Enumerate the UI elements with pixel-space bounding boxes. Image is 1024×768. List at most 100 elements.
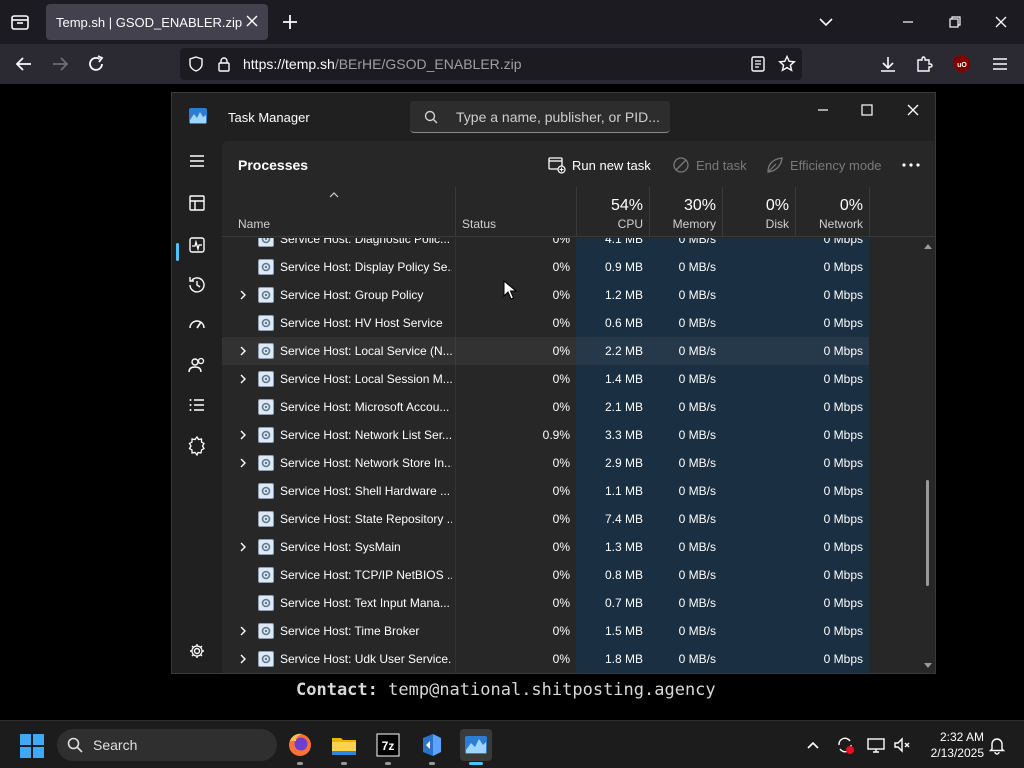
tm-minimize-icon[interactable] — [812, 99, 834, 121]
service-gear-icon — [258, 343, 274, 359]
bookmark-star-icon[interactable] — [778, 54, 796, 73]
table-row[interactable]: Service Host: Time Broker 0% 1.5 MB 0 MB/s 0… — [222, 617, 869, 645]
end-task-button[interactable]: End task — [672, 155, 747, 177]
url-text[interactable]: https://temp.sh/BErHE/GSOD_ENABLER.zip — [243, 56, 522, 72]
service-gear-icon — [258, 651, 274, 667]
show-hidden-icons-chevron-icon[interactable] — [803, 735, 823, 755]
reload-icon[interactable] — [86, 54, 106, 74]
column-divider[interactable] — [869, 187, 870, 237]
expand-chevron-icon[interactable] — [237, 541, 249, 553]
close-tab-icon[interactable] — [244, 13, 260, 29]
performance-icon[interactable] — [185, 233, 209, 257]
table-row[interactable]: Service Host: HV Host Service 0% 0.6 MB 0 M… — [222, 309, 869, 337]
file-explorer-icon[interactable] — [328, 729, 360, 765]
browser-tab[interactable]: Temp.sh | GSOD_ENABLER.zip — [46, 4, 268, 40]
new-tab-icon[interactable] — [279, 11, 301, 33]
column-status[interactable]: Status — [462, 217, 496, 231]
run-new-task-button[interactable]: Run new task — [548, 155, 651, 177]
table-row[interactable]: Service Host: Network Store In... 0% 2.9 M… — [222, 449, 869, 477]
details-icon[interactable] — [185, 393, 209, 417]
app-history-icon[interactable] — [185, 273, 209, 297]
table-row[interactable]: Service Host: Shell Hardware ... 0% 1.1 MB… — [222, 477, 869, 505]
memory-label: Memory — [672, 217, 716, 231]
task-manager-icon[interactable] — [460, 729, 492, 765]
process-search-input[interactable]: Type a name, publisher, or PID... — [410, 101, 670, 133]
taskbar-search-box[interactable]: Search — [57, 729, 277, 761]
list-all-tabs-icon[interactable] — [8, 10, 32, 34]
sort-up-arrow-icon — [329, 192, 339, 198]
column-disk[interactable]: 0% Disk — [722, 187, 795, 237]
notification-bell-icon[interactable] — [987, 735, 1007, 755]
run-new-task-label: Run new task — [572, 158, 651, 173]
expand-chevron-icon[interactable] — [237, 289, 249, 301]
tm-close-icon[interactable] — [902, 99, 924, 121]
expand-chevron-icon[interactable] — [237, 373, 249, 385]
tm-maximize-icon[interactable] — [856, 99, 878, 121]
table-row[interactable]: Service Host: Diagnostic Polic... 0% 4.1… — [222, 238, 869, 253]
extensions-puzzle-icon[interactable] — [914, 54, 934, 74]
restore-icon[interactable] — [945, 12, 965, 32]
memory-value: 0.7 MB — [604, 596, 643, 610]
table-row[interactable]: Service Host: Local Service (N... 0% 2.2 M… — [222, 337, 869, 365]
back-arrow-icon[interactable] — [14, 54, 34, 74]
lock-icon[interactable] — [216, 56, 232, 72]
tracking-protection-shield-icon[interactable] — [188, 56, 204, 72]
more-options-icon[interactable] — [900, 155, 922, 177]
sidebar-menu-icon[interactable] — [185, 149, 209, 173]
expand-chevron-icon[interactable] — [237, 345, 249, 357]
table-row[interactable]: Service Host: Text Input Mana... 0% 0.7 MB… — [222, 589, 869, 617]
table-row[interactable]: Service Host: SysMain 0% 1.3 MB 0 MB/s 0 Mbp… — [222, 533, 869, 561]
services-icon[interactable] — [185, 433, 209, 457]
cpu-value: 0% — [552, 344, 570, 358]
table-row[interactable]: Service Host: State Repository ... 0% 7.4 … — [222, 505, 869, 533]
table-row[interactable]: Service Host: Network List Ser... 0.9% 3.3… — [222, 421, 869, 449]
minimize-icon[interactable] — [898, 12, 918, 32]
column-cpu[interactable]: 54% CPU — [576, 187, 649, 237]
scrollbar[interactable] — [924, 238, 932, 673]
column-memory[interactable]: 30% Memory — [649, 187, 722, 237]
scroll-down-arrow-icon[interactable] — [924, 663, 932, 669]
column-network[interactable]: 0% Network — [795, 187, 869, 237]
tab-overflow-chevron-icon[interactable] — [816, 12, 836, 32]
cpu-value: 0% — [552, 316, 570, 330]
expand-chevron-icon[interactable] — [237, 625, 249, 637]
settings-gear-icon[interactable] — [185, 639, 209, 663]
table-row[interactable]: Service Host: Local Session M... 0% 1.4 MB… — [222, 365, 869, 393]
close-window-icon[interactable] — [991, 12, 1011, 32]
processes-icon[interactable] — [185, 191, 209, 215]
url-path: /BErHE/GSOD_ENABLER.zip — [334, 56, 522, 72]
firefox-icon[interactable] — [284, 729, 316, 765]
table-row[interactable]: Service Host: Microsoft Accou... 0% 2.1 MB… — [222, 393, 869, 421]
startup-apps-icon[interactable] — [185, 313, 209, 337]
table-row[interactable]: Service Host: TCP/IP NetBIOS ... 0% 0.8 MB… — [222, 561, 869, 589]
windows-start-icon[interactable] — [20, 734, 44, 758]
table-row[interactable]: Service Host: Group Policy 0% 1.2 MB 0 MB/s… — [222, 281, 869, 309]
efficiency-mode-button[interactable]: Efficiency mode — [766, 155, 882, 177]
column-name[interactable]: Name — [238, 217, 270, 231]
7zip-icon[interactable]: 7z — [372, 729, 404, 765]
expand-chevron-icon[interactable] — [237, 429, 249, 441]
ublock-origin-icon[interactable]: uO — [952, 54, 972, 74]
downloads-icon[interactable] — [878, 54, 898, 74]
contact-email[interactable]: temp@national.shitposting.agency — [388, 680, 716, 700]
column-divider[interactable] — [455, 187, 456, 237]
scroll-up-arrow-icon[interactable] — [924, 243, 932, 249]
users-icon[interactable] — [185, 353, 209, 377]
menu-hamburger-icon[interactable] — [990, 54, 1010, 74]
scrollbar-thumb[interactable] — [926, 480, 929, 586]
system-clock[interactable]: 2:32 AM 2/13/2025 — [920, 729, 984, 761]
url-bar[interactable]: https://temp.sh/BErHE/GSOD_ENABLER.zip — [180, 48, 802, 80]
forward-arrow-icon[interactable] — [50, 54, 70, 74]
expand-chevron-icon[interactable] — [237, 653, 249, 665]
reader-view-icon[interactable] — [750, 56, 766, 72]
sync-error-icon[interactable] — [835, 735, 855, 755]
volume-muted-icon[interactable] — [892, 735, 912, 755]
table-row[interactable]: Service Host: Display Policy Se... 0% 0.9 … — [222, 253, 869, 281]
visual-studio-installer-icon[interactable] — [416, 729, 448, 765]
table-row[interactable]: Service Host: Udk User Service... 0% 1.8 M… — [222, 645, 869, 673]
cpu-value: 0% — [552, 456, 570, 470]
network-icon[interactable] — [866, 735, 886, 755]
cpu-value: 0% — [552, 288, 570, 302]
expand-chevron-icon[interactable] — [237, 457, 249, 469]
svg-text:7z: 7z — [382, 739, 395, 753]
